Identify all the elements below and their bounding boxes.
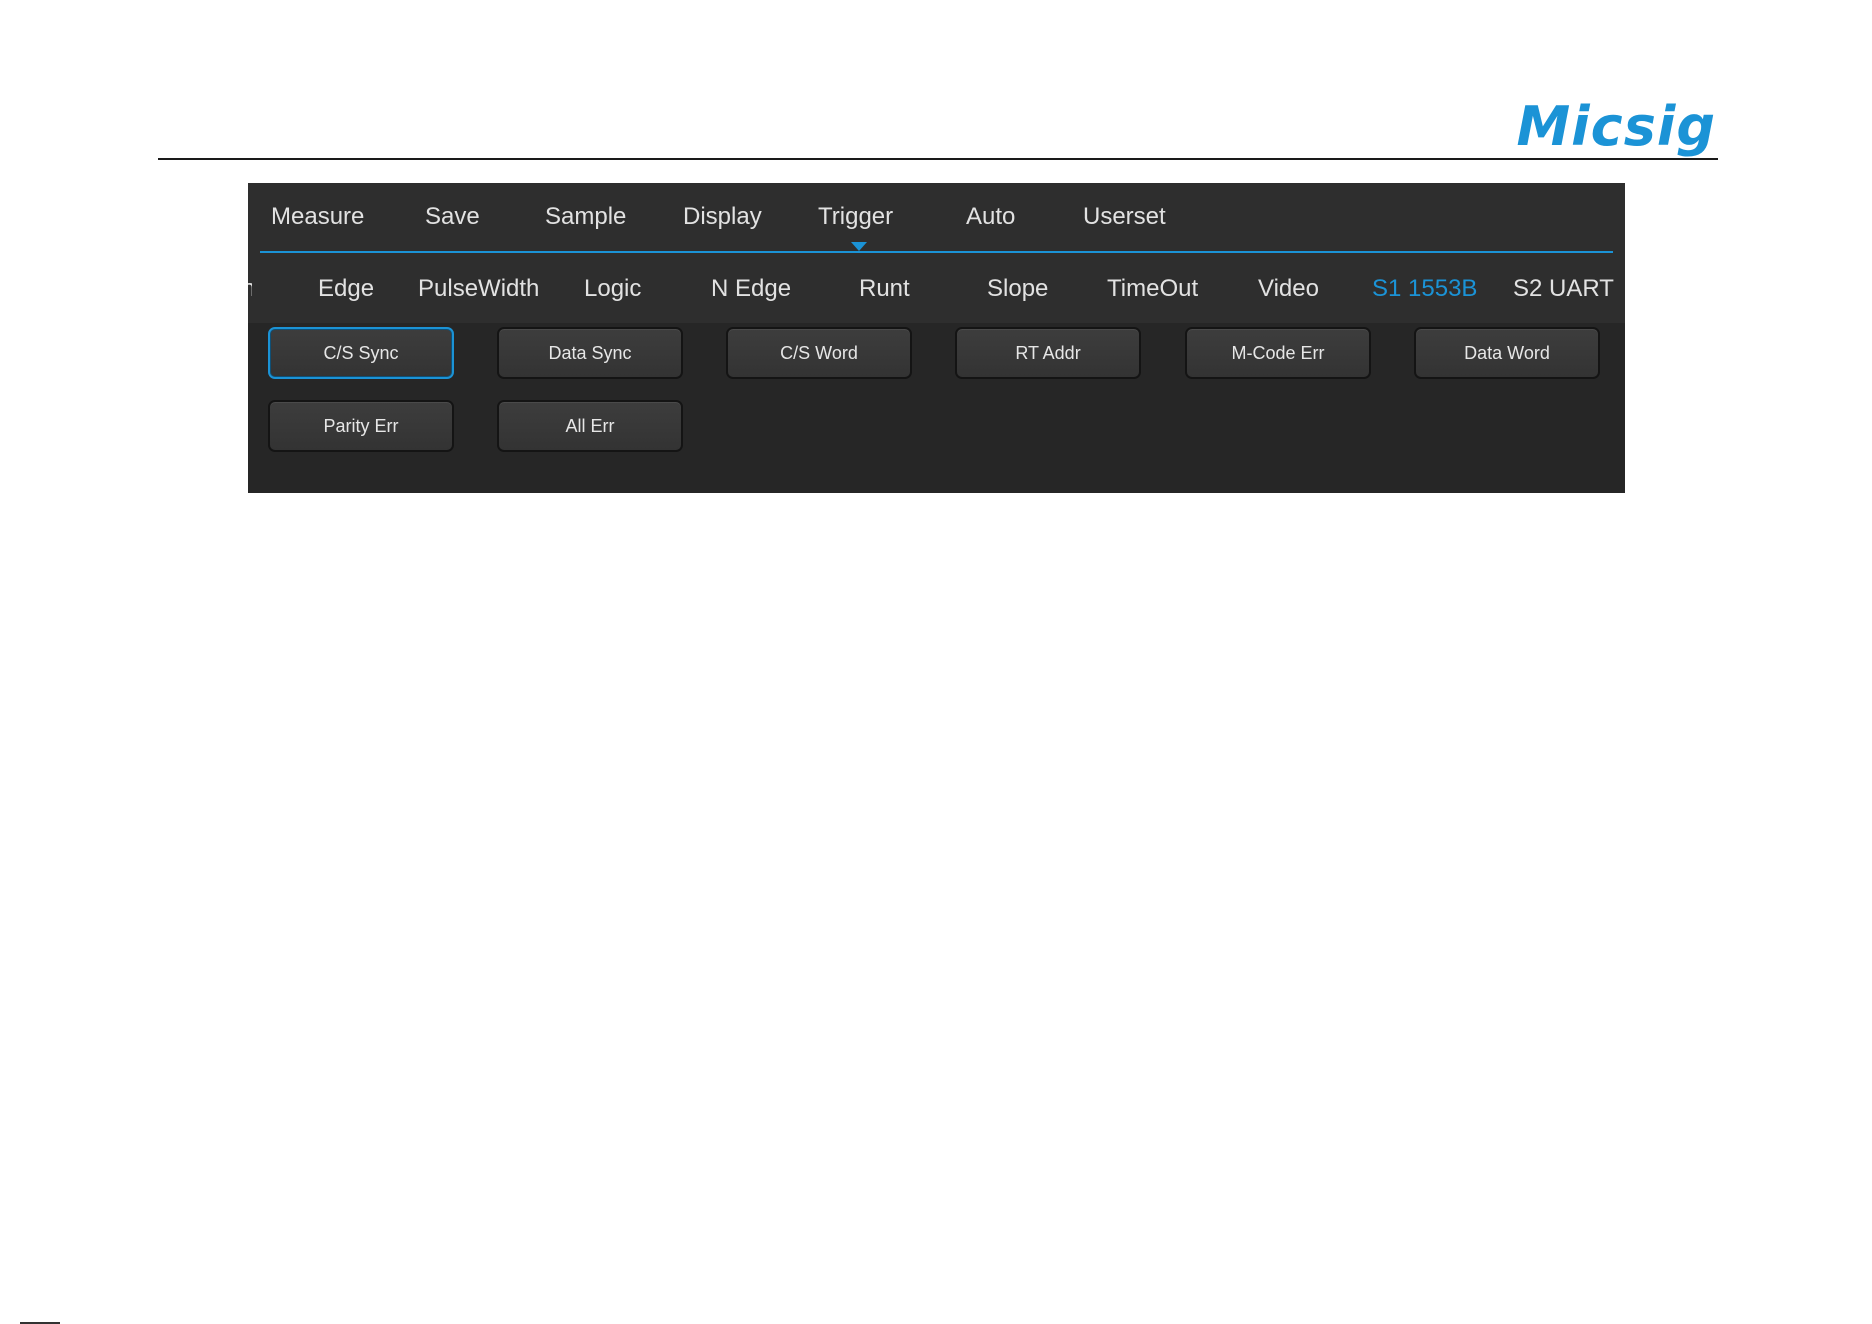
cs-word-button[interactable]: C/S Word: [726, 327, 912, 379]
trigger-type-bar: n Edge PulseWidth Logic N Edge Runt Slop…: [248, 253, 1625, 323]
trigger-type-slope[interactable]: Slope: [987, 275, 1048, 303]
trigger-type-edge[interactable]: Edge: [318, 275, 374, 303]
trigger-type-pulsewidth[interactable]: PulseWidth: [418, 275, 539, 303]
menu-save[interactable]: Save: [425, 203, 480, 231]
parity-err-button[interactable]: Parity Err: [268, 400, 454, 452]
trigger-condition-area: C/S Sync Data Sync C/S Word RT Addr M-Co…: [248, 323, 1625, 493]
menu-display[interactable]: Display: [683, 203, 762, 231]
header-divider: [158, 158, 1718, 160]
trigger-type-s1-1553b[interactable]: S1 1553B: [1372, 275, 1477, 303]
trigger-type-clipped[interactable]: n: [248, 275, 252, 303]
micsig-logo: Micsig: [1516, 95, 1716, 158]
data-word-button[interactable]: Data Word: [1414, 327, 1600, 379]
menu-auto[interactable]: Auto: [966, 203, 1015, 231]
trigger-type-timeout[interactable]: TimeOut: [1107, 275, 1198, 303]
trigger-type-n-edge[interactable]: N Edge: [711, 275, 791, 303]
trigger-type-logic[interactable]: Logic: [584, 275, 641, 303]
all-err-button[interactable]: All Err: [497, 400, 683, 452]
active-menu-caret-icon: [851, 242, 867, 251]
manual-page: Micsig Measure Save Sample Display Trigg…: [0, 0, 1872, 1324]
main-menu-bar: Measure Save Sample Display Trigger Auto…: [248, 183, 1625, 253]
menu-sample[interactable]: Sample: [545, 203, 626, 231]
trigger-type-video[interactable]: Video: [1258, 275, 1319, 303]
rt-addr-button[interactable]: RT Addr: [955, 327, 1141, 379]
trigger-settings-panel: Measure Save Sample Display Trigger Auto…: [248, 183, 1625, 493]
cs-sync-button[interactable]: C/S Sync: [268, 327, 454, 379]
trigger-type-s2-uart[interactable]: S2 UART: [1513, 275, 1614, 303]
menu-userset[interactable]: Userset: [1083, 203, 1166, 231]
trigger-type-runt[interactable]: Runt: [859, 275, 910, 303]
menu-measure[interactable]: Measure: [271, 203, 364, 231]
data-sync-button[interactable]: Data Sync: [497, 327, 683, 379]
m-code-err-button[interactable]: M-Code Err: [1185, 327, 1371, 379]
menu-trigger[interactable]: Trigger: [818, 203, 893, 231]
